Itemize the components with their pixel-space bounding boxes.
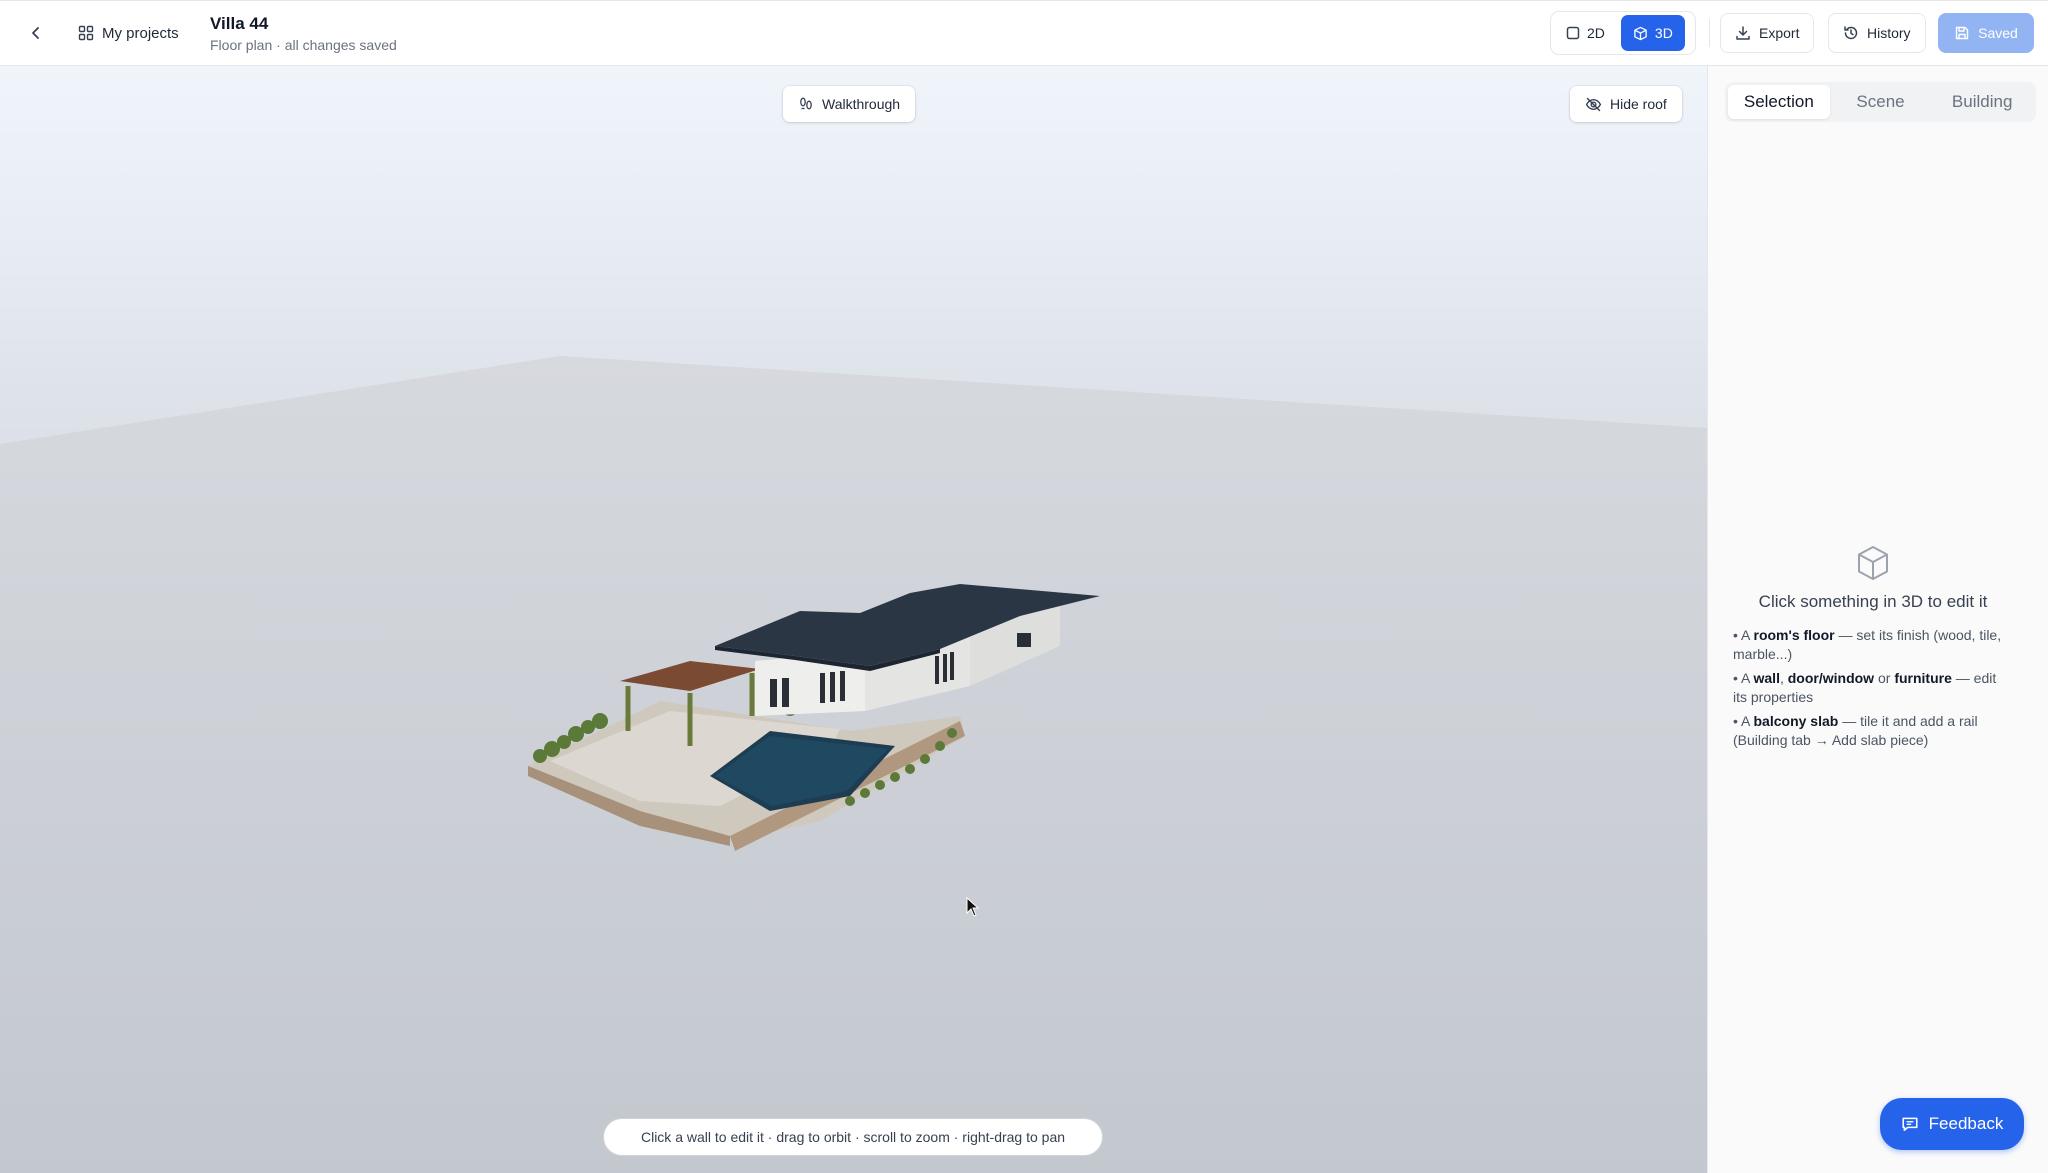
tip-balcony-slab: • A balcony slab — tile it and add a rai…	[1733, 713, 1978, 748]
export-button[interactable]: Export	[1720, 13, 1815, 53]
header-divider	[1709, 19, 1710, 47]
panel-tabs: Selection Scene Building	[1725, 82, 2036, 122]
my-projects-link[interactable]: My projects	[78, 19, 179, 47]
save-icon	[1955, 26, 1969, 40]
mouse-cursor-icon	[966, 897, 980, 917]
saved-label: Saved	[1978, 25, 2018, 41]
back-button[interactable]	[22, 19, 50, 47]
view-2d-label: 2D	[1587, 25, 1605, 41]
view-2d-button[interactable]: 2D	[1554, 15, 1617, 51]
export-label: Export	[1759, 25, 1800, 41]
chevron-left-icon	[32, 27, 39, 39]
history-icon	[1844, 26, 1858, 40]
tab-building[interactable]: Building	[1931, 85, 2033, 119]
tips-list: • A room's floor — set its finish (wood,…	[1733, 626, 2013, 750]
history-button[interactable]: History	[1828, 13, 1926, 53]
page-subtitle: Floor plan · all changes saved	[210, 37, 397, 53]
cube-icon	[1858, 546, 1888, 580]
controls-hint: Click a wall to edit it · drag to orbit …	[603, 1118, 1103, 1156]
chat-icon	[1902, 1117, 1918, 1131]
saved-button[interactable]: Saved	[1938, 13, 2034, 53]
footsteps-icon	[800, 97, 812, 110]
feedback-button[interactable]: Feedback	[1880, 1098, 2024, 1150]
view-mode-toggle: 2D 3D	[1550, 11, 1696, 55]
tab-selection[interactable]: Selection	[1728, 85, 1830, 119]
grid-icon	[78, 25, 94, 41]
properties-panel: Selection Scene Building Click something…	[1707, 66, 2048, 1173]
tip-room-floor: • A room's floor — set its finish (wood,…	[1733, 627, 2002, 662]
tab-scene[interactable]: Scene	[1830, 85, 1932, 119]
view-3d-button[interactable]: 3D	[1620, 15, 1685, 51]
empty-state-title: Click something in 3D to edit it	[1758, 592, 1988, 611]
tip-wall-door-furniture: • A wall, door/window or furniture — edi…	[1733, 670, 1997, 705]
selection-empty-state: Click something in 3D to edit it • A roo…	[1733, 544, 2013, 755]
eye-off-icon	[1585, 97, 1602, 111]
walkthrough-button[interactable]: Walkthrough	[783, 86, 916, 122]
walkthrough-label: Walkthrough	[822, 96, 901, 112]
hide-roof-button[interactable]: Hide roof	[1570, 86, 1682, 122]
my-projects-label: My projects	[102, 24, 179, 42]
history-label: History	[1867, 25, 1911, 41]
controls-hint-text: Click a wall to edit it · drag to orbit …	[640, 1129, 1066, 1145]
3d-viewport[interactable]: Walkthrough Hide roof Click a wall to ed…	[0, 66, 1707, 1173]
square-icon	[1566, 26, 1580, 40]
cube-icon	[1634, 26, 1647, 40]
download-icon	[1736, 26, 1750, 40]
hide-roof-label: Hide roof	[1610, 96, 1667, 112]
page-title: Villa 44	[210, 14, 269, 33]
top-bar: My projects Villa 44 Floor plan · all ch…	[0, 0, 2048, 66]
view-3d-label: 3D	[1654, 25, 1673, 41]
house-3d-model[interactable]	[520, 561, 1100, 861]
feedback-label: Feedback	[1928, 1114, 2004, 1133]
project-title-block: Villa 44 Floor plan · all changes saved	[210, 14, 397, 54]
